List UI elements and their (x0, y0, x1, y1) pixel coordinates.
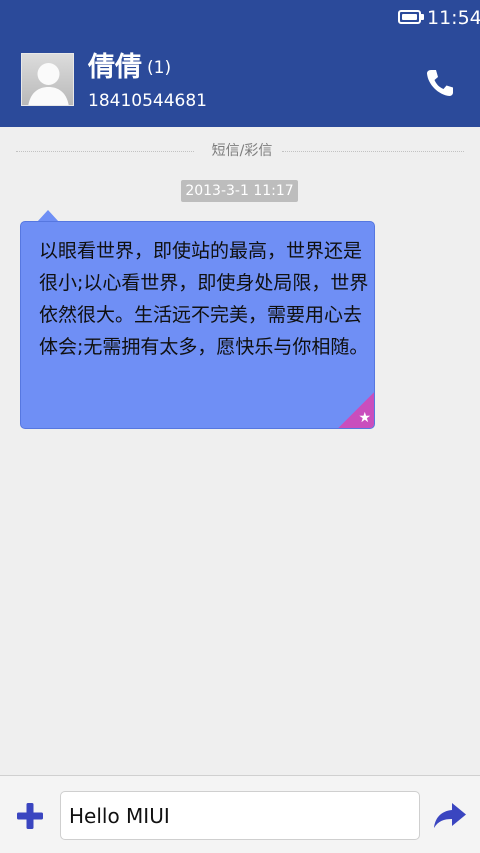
add-attachment-button[interactable] (14, 800, 46, 832)
send-button[interactable] (432, 800, 468, 832)
call-button[interactable] (420, 63, 460, 103)
unread-count: (1) (147, 58, 172, 78)
status-clock: 11:54 (427, 7, 480, 29)
message-type-divider: 短信/彩信 (16, 140, 464, 162)
divider-line-left (16, 151, 194, 152)
send-arrow-icon (434, 803, 466, 828)
status-bar: 11:54 (0, 0, 480, 36)
message-timestamp: 2013-3-1 11:17 (181, 180, 298, 202)
compose-bar (0, 775, 480, 853)
battery-icon (398, 10, 421, 24)
battery-cap (421, 14, 424, 20)
received-message-bubble[interactable]: 以眼看世界，即使站的最高，世界还是很小;以心看世界，即使身处局限，世界依然很大。… (20, 221, 375, 429)
default-avatar-icon (28, 63, 69, 105)
divider-line-right (282, 151, 464, 152)
star-icon: ★ (358, 410, 371, 426)
contact-name: 倩倩 (88, 52, 142, 83)
phone-icon (427, 70, 453, 96)
message-input[interactable] (60, 791, 420, 840)
message-type-label: 短信/彩信 (211, 143, 273, 159)
contact-avatar[interactable] (21, 53, 74, 106)
conversation-header: 倩倩 (1) 18410544681 (0, 36, 480, 127)
contact-phone-number: 18410544681 (88, 91, 207, 111)
message-text: 以眼看世界，即使站的最高，世界还是很小;以心看世界，即使身处局限，世界依然很大。… (39, 240, 369, 358)
plus-icon (17, 803, 43, 829)
